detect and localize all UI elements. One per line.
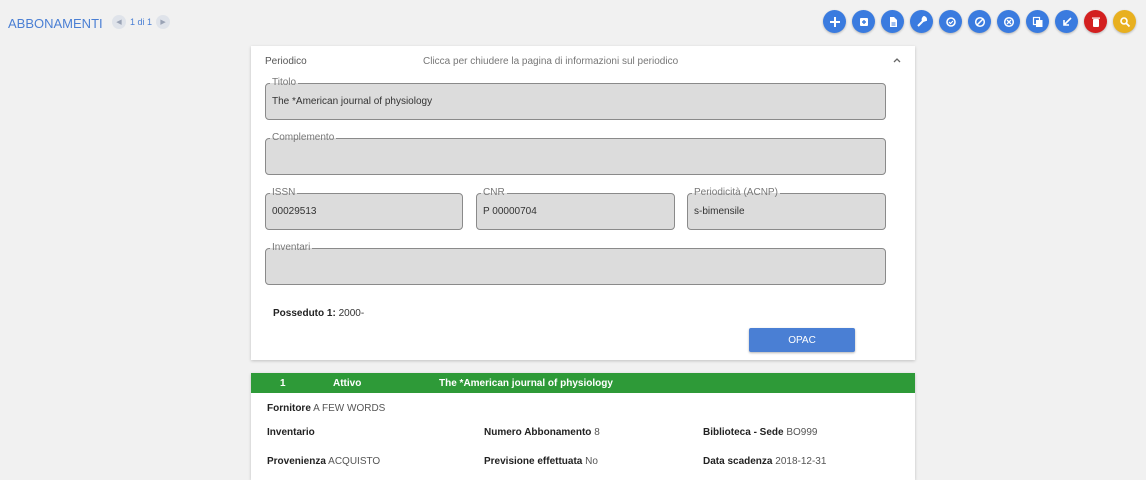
periodicita-label: Periodicità (ACNP) (692, 187, 780, 199)
biblioteca-value: BO999 (786, 427, 818, 438)
inventario-label: Inventario (267, 427, 315, 438)
titolo-field[interactable]: Titolo The *American journal of physiolo… (265, 77, 886, 120)
issn-value: 00029513 (272, 206, 317, 217)
numero-value: 8 (594, 427, 600, 438)
periodicita-value: s-bimensile (694, 206, 745, 217)
periodicita-field[interactable]: Periodicità (ACNP) s-bimensile (687, 187, 886, 230)
abbonamento-index: 1 (280, 378, 286, 389)
pager-text: 1 di 1 (130, 17, 153, 27)
fornitore-label: Fornitore (267, 403, 311, 414)
trash-icon[interactable] (1084, 10, 1107, 33)
pager: ◀ 1 di 1 ▶ (112, 15, 171, 29)
abbonamento-header[interactable]: 1 Attivo The *American journal of physio… (251, 373, 915, 393)
inventari-field[interactable]: Inventari (265, 242, 886, 285)
panel-heading: Periodico (265, 56, 307, 67)
sync-icon[interactable] (939, 10, 962, 33)
complemento-label: Complemento (270, 132, 337, 144)
issn-label: ISSN (270, 187, 298, 199)
biblioteca-row: Biblioteca - Sede BO999 (703, 427, 818, 438)
abbonamento-card[interactable]: 1 Attivo The *American journal of physio… (251, 373, 915, 480)
action-toolbar (823, 10, 1136, 33)
provenienza-row: Provenienza ACQUISTO (267, 456, 380, 467)
add-icon[interactable] (823, 10, 846, 33)
cnr-label: CNR (481, 187, 507, 199)
abbonamento-title: The *American journal of physiology (439, 378, 613, 389)
panel-collapse-hint[interactable]: Clicca per chiudere la pagina di informa… (423, 56, 678, 67)
provenienza-value: ACQUISTO (328, 456, 381, 467)
inventari-label: Inventari (270, 242, 313, 254)
scadenza-label: Data scadenza (703, 456, 773, 467)
first-page-icon[interactable]: ◀ (112, 15, 126, 29)
numero-row: Numero Abbonamento 8 (484, 427, 600, 438)
copy-icon[interactable] (1026, 10, 1049, 33)
posseduto-label: Posseduto 1: (273, 308, 336, 319)
numero-label: Numero Abbonamento (484, 427, 592, 438)
last-page-icon[interactable]: ▶ (156, 15, 171, 29)
titolo-value: The *American journal of physiology (272, 96, 433, 107)
provenienza-label: Provenienza (267, 456, 326, 467)
add-copy-icon[interactable] (852, 10, 875, 33)
chevron-up-icon[interactable] (891, 54, 903, 66)
complemento-field[interactable]: Complemento (265, 132, 886, 175)
block-icon[interactable] (968, 10, 991, 33)
posseduto-line: Posseduto 1: 2000- (273, 308, 364, 319)
scadenza-row: Data scadenza 2018-12-31 (703, 456, 826, 467)
fornitore-value: A FEW WORDS (313, 403, 386, 414)
inventario-row: Inventario (267, 427, 315, 438)
cancel-icon[interactable] (997, 10, 1020, 33)
biblioteca-label: Biblioteca - Sede (703, 427, 784, 438)
top-bar: ABBONAMENTI ◀ 1 di 1 ▶ (0, 0, 1146, 46)
posseduto-value: 2000- (338, 308, 365, 319)
cnr-field[interactable]: CNR P 00000704 (476, 187, 675, 230)
titolo-label: Titolo (270, 77, 299, 89)
page-title: ABBONAMENTI (8, 16, 103, 31)
cnr-value: P 00000704 (483, 206, 537, 217)
opac-button[interactable]: OPAC (749, 328, 855, 352)
periodico-panel: Periodico Clicca per chiudere la pagina … (251, 46, 915, 360)
previsione-value: No (585, 456, 598, 467)
scadenza-value: 2018-12-31 (775, 456, 827, 467)
document-icon[interactable] (881, 10, 904, 33)
previsione-label: Previsione effettuata (484, 456, 583, 467)
search-icon[interactable] (1113, 10, 1136, 33)
wrench-icon[interactable] (910, 10, 933, 33)
previsione-row: Previsione effettuata No (484, 456, 598, 467)
abbonamento-status: Attivo (333, 378, 362, 389)
arrow-down-left-icon[interactable] (1055, 10, 1078, 33)
issn-field[interactable]: ISSN 00029513 (265, 187, 463, 230)
fornitore-row: Fornitore A FEW WORDS (267, 403, 385, 414)
